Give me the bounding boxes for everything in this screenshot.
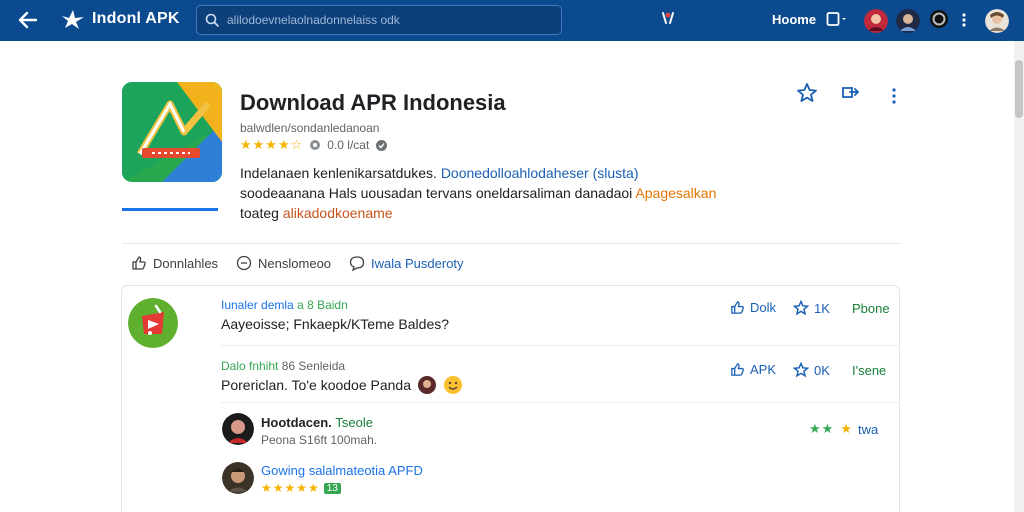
account-circle-icon[interactable] [929,9,949,29]
search-bar[interactable] [196,5,562,35]
comment-meta: Dalo fnhiht 86 Senleida [221,359,345,373]
desc-highlight[interactable]: alikadodkoename [283,205,393,221]
top-bar: Indonl APK Hoome [0,0,1024,41]
scrollbar-thumb[interactable] [1015,60,1023,118]
comment-divider [221,345,900,346]
reply-rating: ★★★★★ 13 [261,481,341,495]
comment-author[interactable]: Dalo fnhiht [221,359,278,373]
back-arrow-icon[interactable] [16,9,40,31]
comment-reply-button[interactable]: I'sene [852,363,886,378]
thumb-up-icon [731,363,744,376]
remove-label: Nenslomeoo [258,255,332,271]
section-divider [122,243,900,244]
reply-badge: 13 [323,482,341,494]
active-tab-underline [122,208,218,211]
app-title: Download APR Indonesia [240,90,506,115]
comment-like-button[interactable]: APK [730,362,776,377]
comment-reply-label: I'sene [852,363,887,378]
home-link[interactable]: Hoome [772,12,816,27]
user-avatar-2[interactable] [896,9,920,33]
comment-like-count: APK [750,362,777,377]
shield-icon [376,139,388,151]
reply-rating-label[interactable]: twa [858,422,878,437]
rating-count: 0.0 l/cat [327,138,370,152]
secondary-actions: Donnlahles Nenslomeoo Iwala Pusderoty [131,255,464,271]
feedback-label: Iwala Pusderoty [371,255,464,271]
like-label: Donnlahles [153,255,219,271]
comment-like-button[interactable]: Dolk [730,300,776,315]
comment-star-count: 0K [814,362,830,378]
remove-circle-icon [236,255,252,271]
comment-body: Aayeoisse; Fnkaepk/KTeme Baldes? [221,316,450,332]
app-icon [122,82,222,182]
comment-text: Aayeoisse; Fnkaepk/KTeme Baldes? [221,316,449,332]
desc-text: toateg [240,205,283,221]
comment-time: 86 Senleida [281,359,346,373]
thumb-up-icon [731,301,744,314]
comment-reply-label: Pbone [852,301,890,316]
comment-body: Porericlan. To'e koodoe Panda [221,377,411,393]
rating-stars: ★★★★☆ [240,137,304,152]
avatar-emoji-icon [418,376,436,394]
comment-author[interactable]: Iunaler demla [221,298,294,312]
user-avatar-1[interactable] [864,9,888,33]
desc-text: Indelanaen kenlenikarsatdukes. [240,165,441,181]
star-icon [793,362,809,378]
profile-avatar[interactable] [985,9,1009,33]
comment-like-count: Dolk [750,300,777,315]
reply-subtitle: Peona S16ft 100mah. [261,433,378,447]
star-icon: ★ [840,421,852,436]
smiley-icon [444,376,462,394]
desc-highlight[interactable]: Apagesalkan [635,185,716,201]
reply-author-name: Hootdacen. [261,415,332,430]
reply-avatar[interactable] [222,462,254,494]
desc-text: soodeaanana Hals uousadan tervans onelda… [240,185,636,201]
microphone-icon[interactable] [657,9,679,31]
more-vert-icon[interactable] [890,85,898,107]
comment-time: a 8 Baidn [297,298,348,312]
share-icon[interactable] [840,82,862,104]
comment-meta: Iunaler demla a 8 Baidn [221,298,348,312]
star-icon [793,300,809,316]
app-description: Indelanaen kenlenikarsatdukes. Doonedoll… [240,163,800,223]
search-input[interactable] [227,13,547,27]
reply-author[interactable]: Hootdacen. Tseole [261,415,373,430]
rating-row: ★★★★☆ 0.0 l/cat [240,137,388,153]
reply-link[interactable]: Gowing salalmateotia APFD [261,463,423,478]
desc-link[interactable]: Doonedolloahlodaheser (slusta) [441,165,639,181]
star-icon[interactable] [796,82,818,104]
brand-name: Indonl APK [92,10,180,27]
feedback-button[interactable]: Iwala Pusderoty [349,255,464,271]
comment-star-button[interactable]: 1K [793,300,830,316]
comment-divider [221,402,900,403]
comment-text: Porericlan. To'e koodoe Panda [221,375,463,395]
brand[interactable]: Indonl APK [60,8,180,30]
brand-logo-icon [62,10,84,29]
thumb-up-icon [132,256,146,270]
reply-rating: ★★ ★ twa [809,421,878,437]
reply-stars: ★★★★★ [261,481,320,495]
reply-stars: ★★ [809,421,835,436]
reply-avatar[interactable] [222,413,254,445]
comment-reply-button[interactable]: Pbone [852,301,890,316]
comment-star-button[interactable]: 0K [793,362,830,378]
chat-bubble-icon [349,256,365,271]
app-developer[interactable]: balwdlen/sondanledanoan [240,121,379,135]
search-icon [205,13,219,27]
remove-button[interactable]: Nenslomeoo [236,255,331,271]
info-icon [310,140,321,150]
like-button[interactable]: Donnlahles [131,255,218,271]
reply-author-tag: Tseole [335,415,373,430]
comment-star-count: 1K [814,300,830,316]
commenter-avatar[interactable] [128,298,178,348]
window-icon[interactable] [826,11,848,29]
more-vert-icon[interactable] [961,12,967,28]
